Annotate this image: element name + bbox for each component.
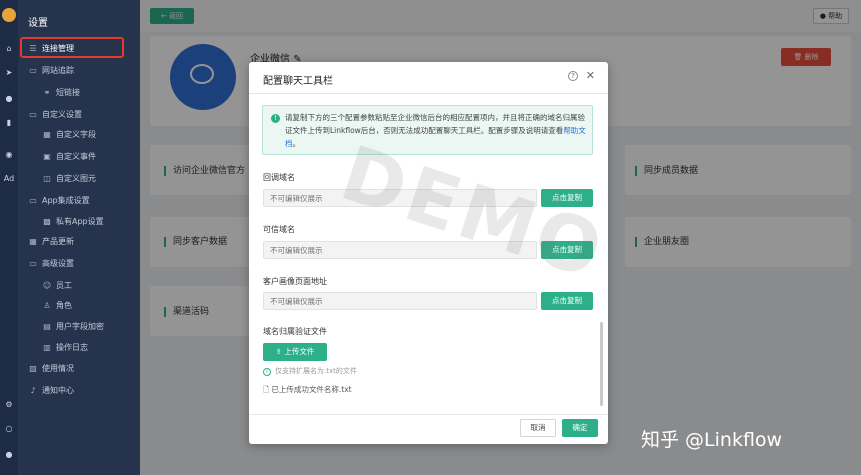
home-icon[interactable]: ⌂ bbox=[0, 44, 18, 54]
field-icon: ▦ bbox=[43, 130, 51, 139]
sidebar-item[interactable]: ▤ 用户字段加密 bbox=[18, 318, 140, 336]
annotation-highlight-box bbox=[20, 37, 124, 58]
link-icon: ⚭ bbox=[43, 88, 51, 97]
sidebar-item-label: 自定义事件 bbox=[56, 152, 96, 161]
profile-url-input[interactable] bbox=[263, 292, 537, 310]
sidebar-title: 设置 bbox=[28, 18, 48, 29]
folder-icon: ▭ bbox=[29, 259, 37, 268]
sidebar-item-label: 网站追踪 bbox=[42, 66, 74, 75]
sidebar-item[interactable]: ▭ 网站追踪 bbox=[18, 62, 140, 80]
sidebar-item[interactable]: ▩ 私有App设置 bbox=[18, 213, 140, 231]
sidebar-item-label: 自定义字段 bbox=[56, 130, 96, 139]
bell-icon: ♪ bbox=[30, 386, 36, 395]
question-icon[interactable]: ? bbox=[568, 71, 578, 81]
notice-box: ! 请复制下方的三个配置参数粘贴至企业微信后台的相应配置项内，并且将正确的域名归… bbox=[262, 105, 593, 155]
folder-icon: ▭ bbox=[29, 196, 37, 205]
sidebar-item-label: App集成设置 bbox=[42, 196, 90, 205]
sidebar-item[interactable]: ▦ 产品更新 bbox=[18, 233, 140, 251]
sidebar-item[interactable]: ☺ 员工 bbox=[18, 277, 140, 295]
user-icon: ☺ bbox=[42, 281, 52, 290]
profile-url-label: 客户画像页面地址 bbox=[263, 277, 327, 286]
usage-icon: ▧ bbox=[29, 364, 37, 373]
ok-button[interactable]: 确定 bbox=[562, 419, 598, 437]
zhihu-credit: 知乎 @Linkflow bbox=[641, 429, 783, 451]
uploaded-file[interactable]: 🗋 已上传成功文件名称.txt bbox=[263, 384, 352, 397]
sidebar-item-label: 自定义设置 bbox=[42, 110, 82, 119]
person-icon[interactable]: ● bbox=[0, 94, 18, 104]
sidebar-item[interactable]: ▥ 操作日志 bbox=[18, 339, 140, 357]
cancel-button[interactable]: 取消 bbox=[520, 419, 556, 437]
image-icon: ◫ bbox=[43, 174, 51, 183]
sidebar-item[interactable]: ▭ 高级设置 bbox=[18, 255, 140, 273]
upload-file-button[interactable]: ⇪ 上传文件 bbox=[263, 343, 327, 361]
callback-domain-label: 回调域名 bbox=[263, 173, 295, 182]
sidebar-item[interactable]: ▣ 自定义事件 bbox=[18, 148, 140, 166]
sidebar-item-label: 角色 bbox=[56, 301, 72, 310]
info-icon: ! bbox=[271, 114, 280, 123]
gear-icon[interactable]: ⚙ bbox=[0, 400, 18, 410]
folder-icon: ▭ bbox=[29, 66, 37, 75]
modal-scrollbar[interactable] bbox=[600, 322, 603, 406]
chat-icon[interactable]: ◉ bbox=[0, 150, 18, 160]
sidebar-item[interactable]: ♙ 角色 bbox=[18, 297, 140, 315]
sidebar-item-label: 自定义图元 bbox=[56, 174, 96, 183]
app-icon: ▩ bbox=[43, 217, 51, 226]
modal-title: 配置聊天工具栏 bbox=[263, 76, 333, 87]
modal-divider bbox=[249, 93, 608, 94]
verify-file-label: 域名归属验证文件 bbox=[263, 327, 327, 336]
sidebar-item[interactable]: ▧ 使用情况 bbox=[18, 360, 140, 378]
close-icon[interactable]: ✕ bbox=[586, 69, 595, 82]
grid-icon: ▦ bbox=[29, 237, 37, 246]
sidebar-item[interactable]: ▭ App集成设置 bbox=[18, 192, 140, 210]
chart-icon[interactable]: ▮ bbox=[0, 118, 18, 128]
role-icon: ♙ bbox=[43, 301, 51, 310]
trusted-domain-label: 可信域名 bbox=[263, 225, 295, 234]
sidebar-item-label: 操作日志 bbox=[56, 343, 88, 352]
ad-label[interactable]: Ad bbox=[0, 174, 18, 184]
app-logo-icon[interactable] bbox=[2, 8, 16, 22]
send-icon[interactable]: ➤ bbox=[0, 68, 18, 78]
settings-sidebar: 设置 ☰ 连接管理 ▭ 网站追踪 ⚭ 短链接 ▭ 自定义设置 ▦ 自定义字段 ▣ 自定义事件 ◫ 自定义图… bbox=[18, 0, 140, 475]
status-icon[interactable]: ○ bbox=[0, 424, 18, 434]
sidebar-item-label: 私有App设置 bbox=[56, 217, 104, 226]
sidebar-item-label: 通知中心 bbox=[42, 386, 74, 395]
sidebar-item-label: 员工 bbox=[56, 281, 72, 290]
notice-text: 请复制下方的三个配置参数粘贴至企业微信后台的相应配置项内，并且将正确的域名归属验… bbox=[285, 113, 586, 148]
sidebar-item-label: 产品更新 bbox=[42, 237, 74, 246]
sidebar-item[interactable]: ◫ 自定义图元 bbox=[18, 170, 140, 188]
sidebar-item[interactable]: ♪ 通知中心 bbox=[18, 382, 140, 400]
sidebar-item[interactable]: ▦ 自定义字段 bbox=[18, 126, 140, 144]
sidebar-item-label: 高级设置 bbox=[42, 259, 74, 268]
footer-divider bbox=[249, 414, 608, 415]
sidebar-item[interactable]: ▭ 自定义设置 bbox=[18, 106, 140, 124]
upload-hint: i 仅支持扩展名为.txt的文件 bbox=[263, 366, 357, 376]
lock-icon: ▤ bbox=[43, 322, 51, 331]
log-icon: ▥ bbox=[43, 343, 51, 352]
folder-icon: ▭ bbox=[29, 110, 37, 119]
info-circle-icon: i bbox=[263, 368, 271, 376]
icon-rail: ⌂ ➤ ● ▮ ◉ Ad ⚙ ○ ● bbox=[0, 0, 18, 475]
sidebar-item[interactable]: ⚭ 短链接 bbox=[18, 84, 140, 102]
sidebar-item-label: 用户字段加密 bbox=[56, 322, 104, 331]
event-icon: ▣ bbox=[43, 152, 51, 161]
sidebar-item-label: 使用情况 bbox=[42, 364, 74, 373]
avatar-icon[interactable]: ● bbox=[0, 450, 18, 460]
sidebar-item-label: 短链接 bbox=[56, 88, 80, 97]
